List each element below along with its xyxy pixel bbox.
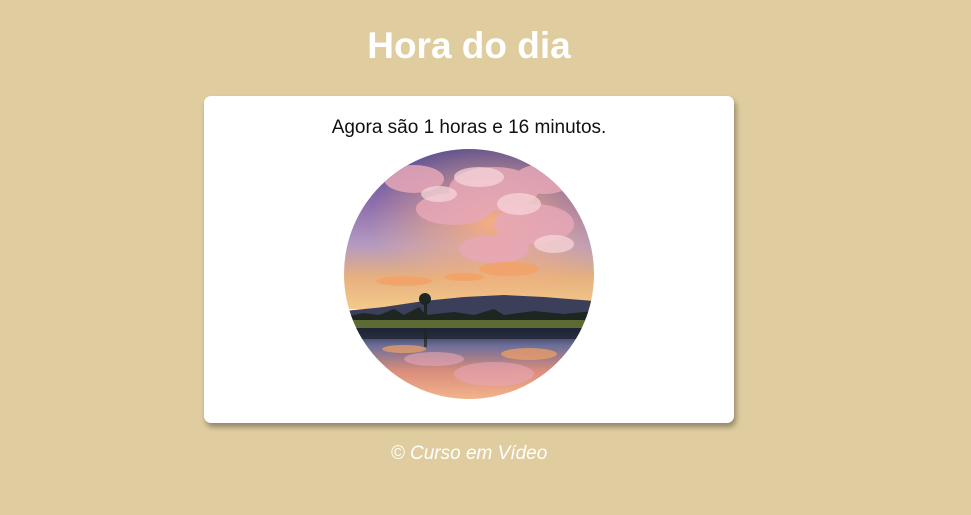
page-title: Hora do dia bbox=[367, 25, 571, 66]
time-of-day-image bbox=[344, 149, 594, 399]
footer-copyright: © Curso em Vídeo bbox=[390, 443, 548, 464]
time-message: Agora são 1 horas e 16 minutos. bbox=[331, 117, 607, 138]
time-card: Agora são 1 horas e 16 minutos. bbox=[204, 96, 734, 423]
